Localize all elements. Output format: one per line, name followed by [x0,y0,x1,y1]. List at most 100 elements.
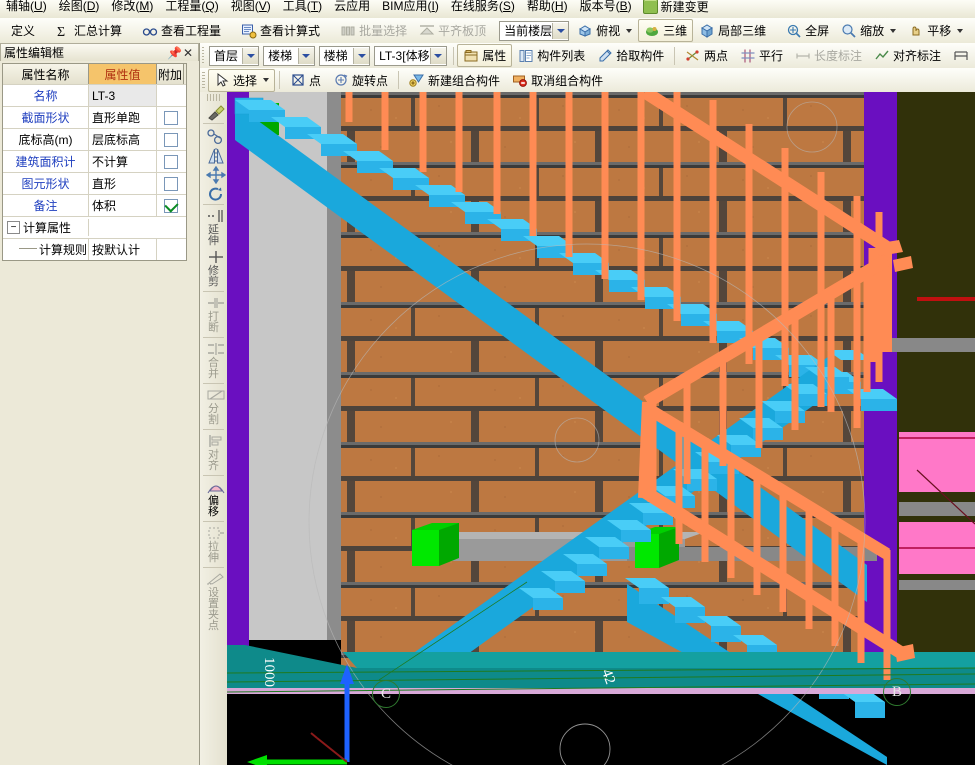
attach-checkbox[interactable] [164,199,178,213]
new-change-button[interactable]: 新建变更 [638,0,714,15]
attach-checkbox[interactable] [164,155,178,169]
property-value[interactable]: 直形 [89,173,157,194]
menu-item-7[interactable]: BIM应用(I) [376,0,445,15]
menu-item-9[interactable]: 帮助(H) [521,0,574,15]
attach-checkbox[interactable] [164,177,178,191]
mirror-tool[interactable] [200,145,227,164]
chevron-down-icon[interactable] [242,48,258,64]
chevron-down-icon[interactable] [957,29,963,33]
properties-button[interactable]: 属性 [457,44,512,67]
component-list-button[interactable]: 构件列表 [512,44,591,67]
chevron-down-icon[interactable] [298,48,314,64]
grid-bubble-b[interactable]: B [883,678,911,706]
screen-rotate-button[interactable]: 屏幕旋 [969,19,975,42]
define-button[interactable]: 定义 [5,19,41,42]
view-formula-button[interactable]: 查看计算式 [235,19,326,42]
property-group-row[interactable]: − 计算属性 [3,217,186,239]
property-value[interactable]: 体积 [89,195,157,216]
trim-tool[interactable]: 修剪 [200,248,227,289]
attach-cell[interactable] [157,173,184,194]
toolbar-grip-4[interactable] [202,72,205,89]
table-row[interactable]: 底标高(m) 层底标高 [3,129,186,151]
attach-cell[interactable] [157,151,184,172]
dimension-box-button[interactable] [947,44,975,67]
two-point-button[interactable]: 两点 [679,44,734,67]
align-dimension-button[interactable]: 对齐标注 [868,44,947,67]
paint-brush-tool[interactable] [200,102,227,121]
attach-cell[interactable] [157,107,184,128]
chevron-down-icon[interactable] [552,23,568,39]
collapse-icon[interactable]: − [7,221,20,234]
break-tool[interactable]: 打断 [200,294,227,335]
table-row[interactable]: 截面形状 直形单跑 [3,107,186,129]
property-value[interactable]: 不计算 [89,151,157,172]
component-select[interactable]: LT-3[体移 [374,46,446,66]
pan-button[interactable]: 平移 [902,19,969,42]
floor-select[interactable]: 首层 [209,46,259,66]
property-value[interactable]: 层底标高 [89,129,157,150]
rotate-point-button[interactable]: 旋转点 [327,69,394,92]
table-row[interactable]: 备注 体积 [3,195,186,217]
chevron-down-icon[interactable] [430,48,446,64]
table-row[interactable]: 建筑面积计 不计算 [3,151,186,173]
menu-item-1[interactable]: 绘图(D) [53,0,106,15]
set-grip-tool[interactable]: 设置夹点 [200,570,227,633]
align-slab-top-button[interactable]: 平齐板顶 [413,19,492,42]
menu-item-5[interactable]: 工具(T) [277,0,328,15]
toolbar-grip-3[interactable] [202,47,204,64]
parallel-button[interactable]: 平行 [734,44,789,67]
property-value[interactable]: 按默认计 [89,239,157,260]
zoom-button[interactable]: 缩放 [835,19,902,42]
align-tool[interactable]: 对齐 [200,432,227,473]
view-quantity-button[interactable]: 查看工程量 [136,19,227,42]
chevron-down-icon[interactable] [626,29,632,33]
property-value[interactable]: 直形单跑 [89,107,157,128]
menu-item-4[interactable]: 视图(V) [225,0,277,15]
menu-item-3[interactable]: 工程量(Q) [159,0,224,15]
chevron-down-icon[interactable] [890,29,896,33]
chevron-down-icon[interactable] [263,78,269,82]
new-composite-button[interactable]: 新建组合构件 [403,69,506,92]
offset-tool[interactable]: 偏移 [200,478,227,519]
merge-tool[interactable]: 合并 [200,340,227,381]
rotate-tool[interactable] [200,183,227,202]
copy-tool[interactable] [200,126,227,145]
top-view-button[interactable]: 俯视 [571,19,638,42]
table-row[interactable]: 图元形状 直形 [3,173,186,195]
summary-calc-button[interactable]: Σ 汇总计算 [49,19,128,42]
stretch-tool[interactable]: 拉伸 [200,524,227,565]
menu-item-2[interactable]: 修改(M) [105,0,159,15]
close-icon[interactable]: ✕ [181,46,195,60]
select-tool-button[interactable]: 选择 [208,69,275,92]
grid-bubble-c[interactable]: C [372,680,400,708]
chevron-down-icon[interactable] [353,48,369,64]
pick-component-button[interactable]: 拾取构件 [591,44,670,67]
batch-select-button[interactable]: 批量选择 [334,19,413,42]
menu-item-8[interactable]: 在线服务(S) [445,0,521,15]
table-row[interactable]: 计算规则 按默认计 [3,239,186,260]
pin-icon[interactable]: 📌 [167,46,181,60]
subcategory-select[interactable]: 楼梯 [319,46,370,66]
attach-cell[interactable] [157,129,184,150]
extend-tool[interactable]: 延伸 [200,207,227,248]
fullscreen-button[interactable]: 全屏 [780,19,835,42]
current-floor-select[interactable]: 当前楼层 [499,21,569,41]
attach-cell[interactable] [157,195,184,216]
menu-item-6[interactable]: 云应用 [328,0,376,15]
attach-checkbox[interactable] [164,133,178,147]
cancel-composite-button[interactable]: 取消组合构件 [506,69,609,92]
property-value[interactable]: LT-3 [89,85,157,106]
3d-viewport[interactable]: 1000 42 C B [227,92,975,765]
table-row[interactable]: 名称 LT-3 [3,85,186,107]
local-3d-button[interactable]: 局部三维 [693,19,772,42]
split-tool[interactable]: 分割 [200,386,227,427]
category-select[interactable]: 楼梯 [263,46,314,66]
length-dimension-button[interactable]: 长度标注 [789,44,868,67]
point-tool-button[interactable]: 点 [284,69,327,92]
move-tool[interactable] [200,164,227,183]
menu-item-0[interactable]: 辅轴(U) [0,0,53,15]
menu-item-10[interactable]: 版本号(B) [574,0,638,15]
attach-checkbox[interactable] [164,111,178,125]
vtoolbar-grip[interactable] [207,94,220,101]
3d-view-button[interactable]: 三维 [638,19,693,42]
